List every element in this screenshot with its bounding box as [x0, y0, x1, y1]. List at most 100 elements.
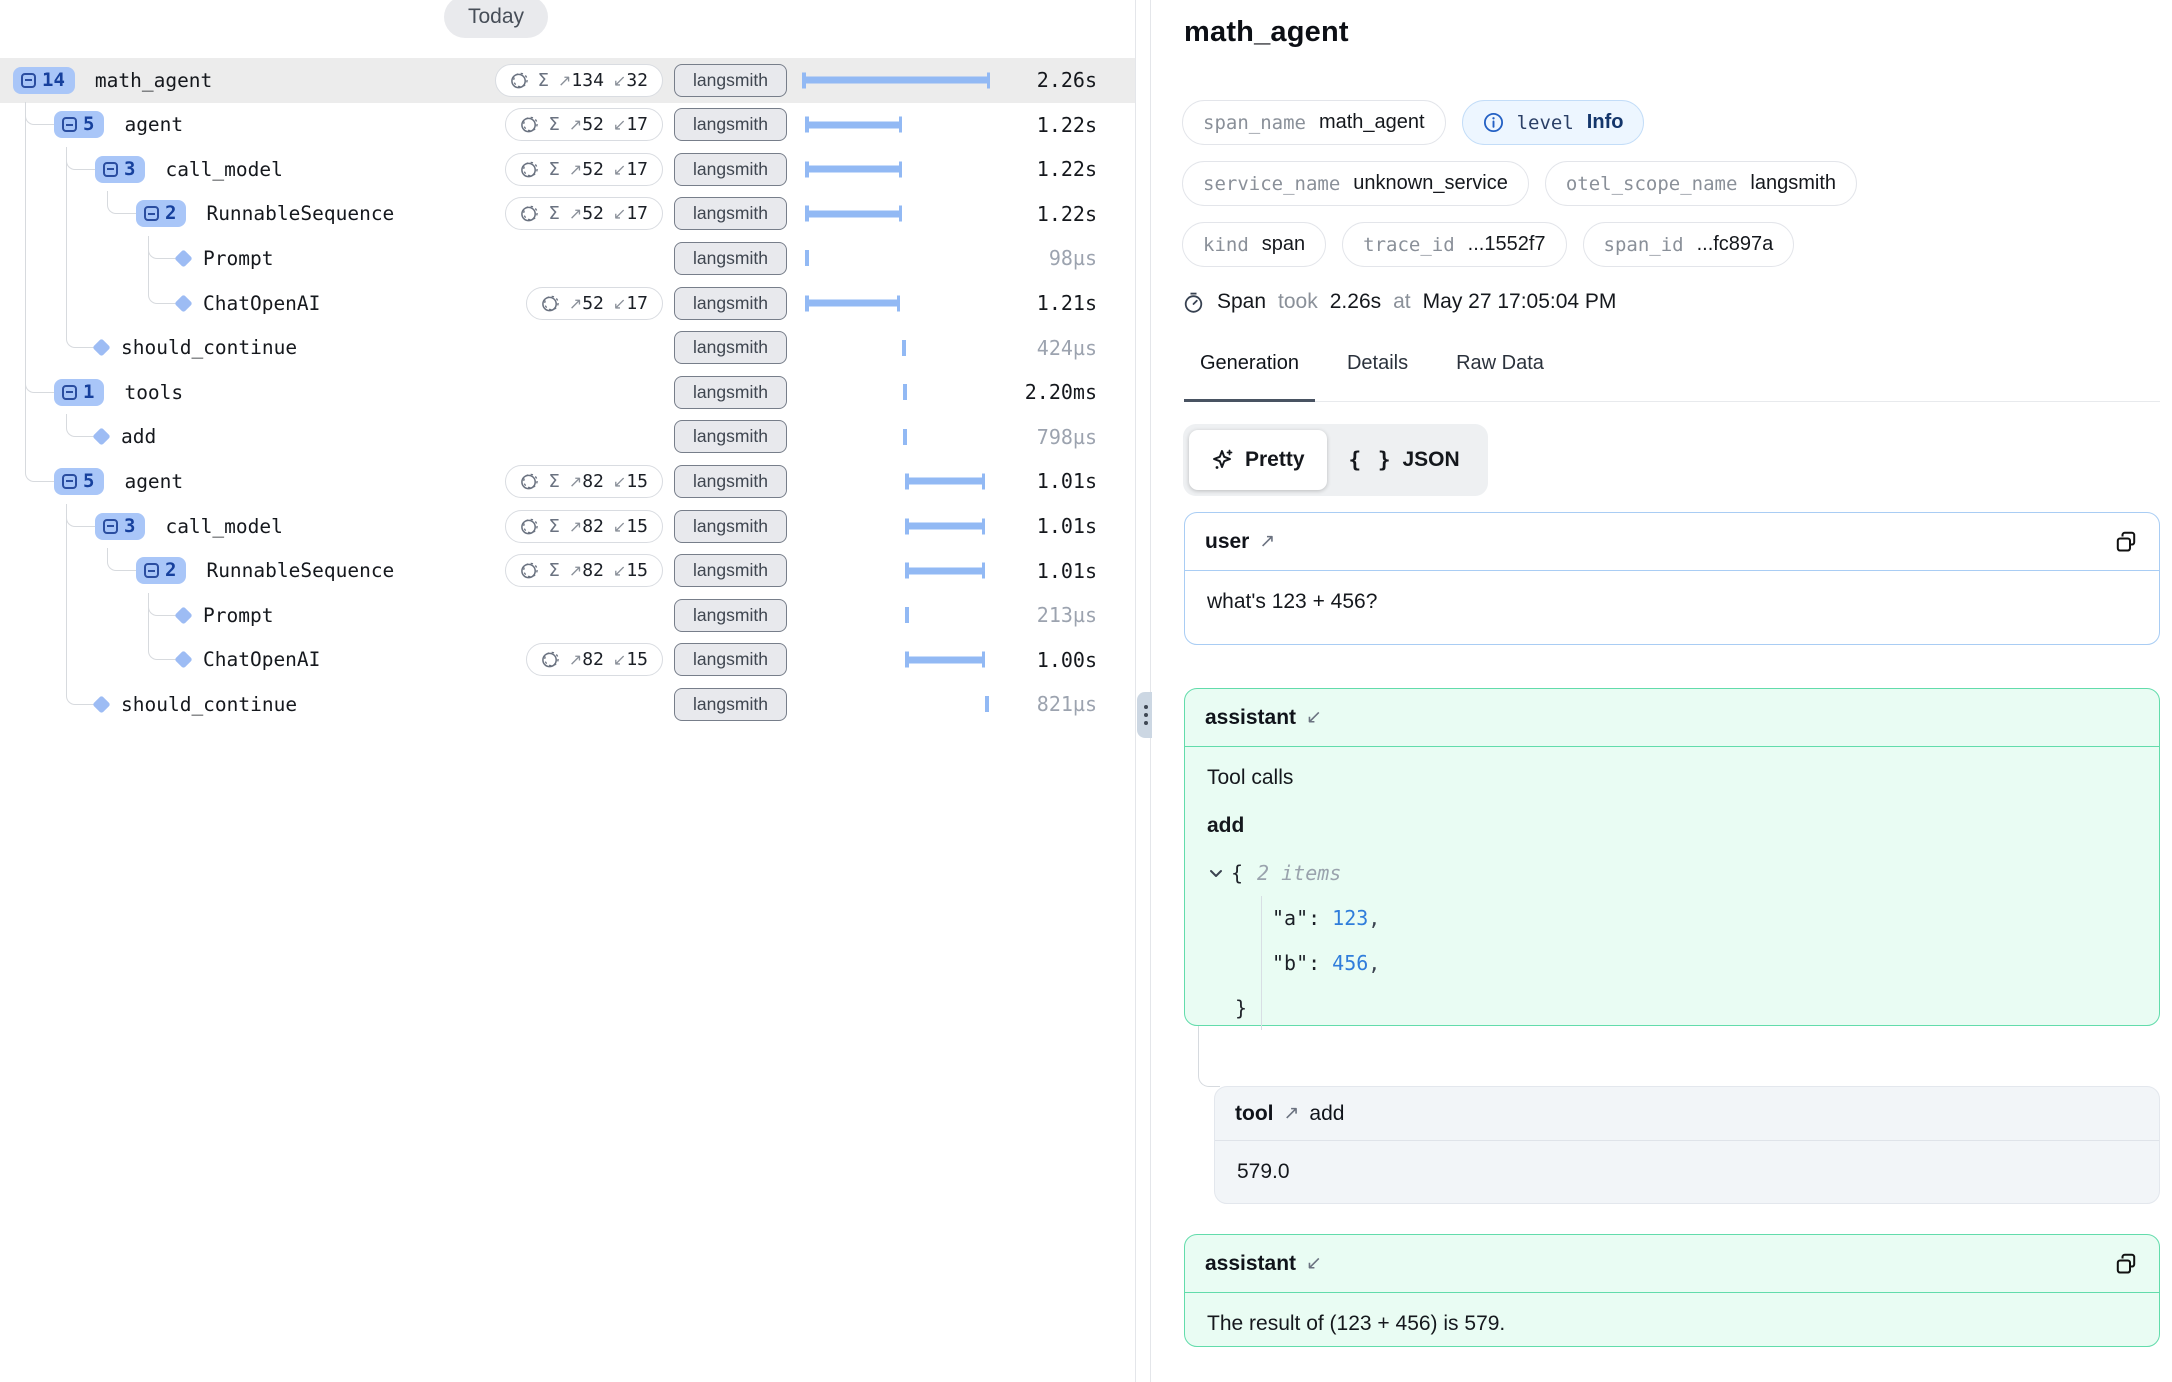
span-name-label: add	[121, 425, 156, 448]
role-label: assistant	[1205, 706, 1296, 730]
chip-key: span_name	[1203, 112, 1306, 134]
trace-row-main: 3call_model	[0, 504, 283, 549]
collapse-toggle-badge[interactable]: 1	[54, 379, 104, 406]
duration-bar	[805, 300, 900, 307]
took-word: took	[1278, 290, 1318, 314]
message-card-assistant-final: assistant ↙ The result of (123 + 456) is…	[1184, 1234, 2160, 1347]
trace-row-Prompt[interactable]: Promptlangsmith213µs	[0, 593, 1135, 638]
sigma-icon: Σ	[548, 560, 559, 581]
trace-row-Prompt[interactable]: Promptlangsmith98µs	[0, 236, 1135, 281]
message-content: Tool calls add { 2 items "a": 123,	[1185, 747, 2159, 1049]
meta-chip-row: span_namemath_agentlevelInfo	[1182, 100, 1644, 145]
chip-value: ...1552f7	[1468, 233, 1546, 256]
duration-tick	[903, 384, 907, 400]
trace-row-ChatOpenAI[interactable]: ChatOpenAI↗52↙17langsmith1.21s	[0, 281, 1135, 326]
trace-row-main: 5 agent	[0, 102, 183, 147]
tab-raw-data[interactable]: Raw Data	[1454, 352, 1546, 401]
copy-button[interactable]	[2113, 529, 2139, 555]
tokens-out-count: 17	[626, 159, 648, 180]
tokens-out-arrow-icon: ↙	[613, 474, 626, 491]
collapse-toggle-badge[interactable]: 3	[95, 513, 145, 540]
json-indent-guide	[1261, 896, 1262, 1030]
collapse-toggle-badge[interactable]: 2	[136, 557, 186, 584]
trace-row-main: Prompt	[0, 593, 273, 638]
tab-generation[interactable]: Generation	[1198, 352, 1301, 401]
provider-chip: langsmith	[674, 153, 787, 186]
trace-row-main: 2 RunnableSequence	[0, 191, 394, 236]
trace-row-math_agent[interactable]: 14math_agentΣ↗134↙32langsmith2.26s	[0, 58, 1135, 103]
trace-row-agent[interactable]: 5agentΣ↗82↙15langsmith1.01s	[0, 459, 1135, 504]
sigma-icon: Σ	[548, 114, 559, 135]
duration-label: 1.01s	[1037, 459, 1097, 504]
token-usage-pill: Σ↗82↙15	[505, 554, 663, 587]
sigma-icon: Σ	[538, 70, 549, 91]
chevron-down-icon[interactable]	[1207, 864, 1231, 882]
trace-row-should_continue[interactable]: should_continuelangsmith424µs	[0, 325, 1135, 370]
token-usage-pill: Σ↗52↙17	[505, 153, 663, 186]
trace-row-add[interactable]: addlangsmith798µs	[0, 414, 1135, 459]
tokens-in-count: 52	[582, 293, 604, 314]
duration-label: 2.20ms	[1025, 370, 1097, 415]
trace-row-main: Prompt	[0, 236, 273, 281]
collapse-minus-icon	[62, 474, 77, 489]
open-brace: {	[1231, 861, 1243, 885]
trace-row-RunnableSequence[interactable]: 2RunnableSequenceΣ↗52↙17langsmith1.22s	[0, 191, 1135, 236]
tokens-in-count: 52	[582, 203, 604, 224]
chip-value: Info	[1587, 111, 1624, 134]
trace-row-should_continue[interactable]: should_continuelangsmith821µs	[0, 682, 1135, 727]
span-name-label: RunnableSequence	[206, 559, 394, 582]
trace-row-agent[interactable]: 5agentΣ↗52↙17langsmith1.22s	[0, 102, 1135, 147]
tokens-in-count: 52	[582, 114, 604, 135]
trace-row-tools[interactable]: 1toolslangsmith2.20ms	[0, 370, 1135, 415]
took-duration: 2.26s	[1330, 290, 1381, 314]
duration-label: 2.26s	[1037, 58, 1097, 103]
duration-tick	[905, 607, 909, 623]
trace-row-main: should_continue	[0, 682, 297, 727]
json-arg-row: "a": 123,	[1207, 895, 2137, 940]
meta-chip-trace_id: trace_id...1552f7	[1342, 222, 1566, 267]
trace-row-RunnableSequence[interactable]: 2RunnableSequenceΣ↗82↙15langsmith1.01s	[0, 548, 1135, 593]
message-card-user: user ↗ what's 123 + 456?	[1184, 512, 2160, 645]
leaf-diamond-icon	[174, 249, 192, 267]
items-count-label: 2 items	[1257, 861, 1341, 885]
copy-button[interactable]	[2113, 1251, 2139, 1277]
chip-key: kind	[1203, 234, 1249, 256]
trace-row-ChatOpenAI[interactable]: ChatOpenAI↗82↙15langsmith1.00s	[0, 637, 1135, 682]
tool-result-connector-line	[1198, 1026, 1220, 1087]
trace-row-call_model[interactable]: 3call_modelΣ↗52↙17langsmith1.22s	[0, 147, 1135, 192]
span-name-label: RunnableSequence	[206, 202, 394, 225]
leaf-diamond-icon	[92, 695, 110, 713]
tab-details[interactable]: Details	[1345, 352, 1410, 401]
token-usage-pill: Σ↗134↙32	[495, 64, 663, 97]
chip-key: span_id	[1604, 234, 1684, 256]
trace-row-main: ChatOpenAI	[0, 637, 320, 682]
collapse-toggle-badge[interactable]: 3	[95, 156, 145, 183]
trace-row-call_model[interactable]: 3call_modelΣ↗82↙15langsmith1.01s	[0, 504, 1135, 549]
collapse-toggle-badge[interactable]: 5	[54, 111, 104, 138]
span-name-label: agent	[124, 113, 183, 136]
collapse-toggle-badge[interactable]: 14	[13, 67, 75, 94]
tool-call-name: add	[1207, 814, 2137, 838]
tool-args-json-tree: { 2 items "a": 123, "b": 456, }	[1207, 850, 2137, 1030]
role-label: user	[1205, 530, 1249, 554]
tokens-out-count: 15	[626, 471, 648, 492]
tokens-in-count: 82	[582, 649, 604, 670]
leaf-diamond-icon	[92, 428, 110, 446]
span-name-label: agent	[124, 470, 183, 493]
duration-tick	[985, 696, 989, 712]
token-usage-pill: Σ↗52↙17	[505, 197, 663, 230]
tokens-out-count: 32	[626, 70, 648, 91]
tokens-out-arrow-icon: ↙	[613, 206, 626, 223]
json-toggle-button[interactable]: { } JSON	[1327, 430, 1482, 490]
collapse-toggle-badge[interactable]: 5	[54, 468, 104, 495]
provider-chip: langsmith	[674, 108, 787, 141]
chip-value: ...fc897a	[1697, 233, 1774, 256]
pretty-toggle-button[interactable]: Pretty	[1189, 430, 1327, 490]
provider-chip: langsmith	[674, 688, 787, 721]
chip-key: level	[1517, 112, 1574, 134]
collapse-toggle-badge[interactable]: 2	[136, 200, 186, 227]
tokens-out-arrow-icon: ↙	[613, 296, 626, 313]
descendant-count: 5	[83, 115, 94, 134]
collapse-minus-icon	[21, 73, 36, 88]
sigma-icon: Σ	[548, 471, 559, 492]
